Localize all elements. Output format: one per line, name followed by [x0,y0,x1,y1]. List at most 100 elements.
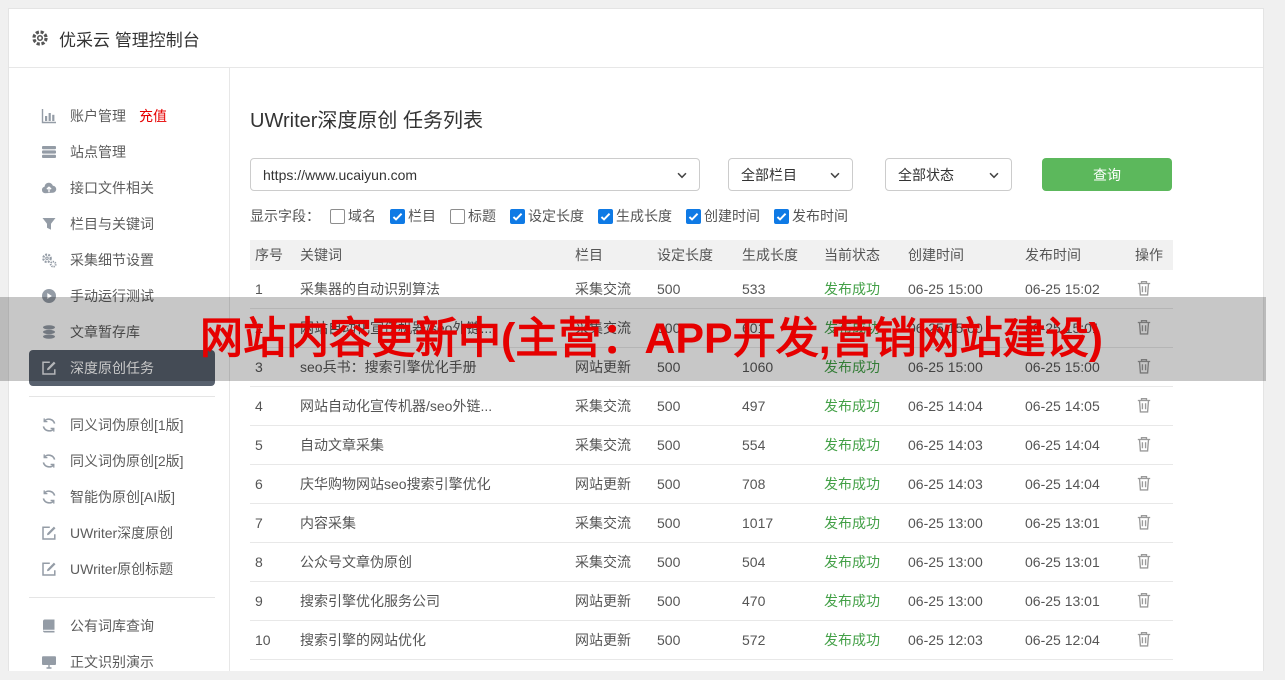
delete-button[interactable] [1135,435,1153,453]
field-option[interactable]: 创建时间 [686,206,760,226]
site-select[interactable]: https://www.ucaiyun.com [250,158,700,191]
cell-column: 网站更新 [570,620,652,660]
field-option[interactable]: 发布时间 [774,206,848,226]
cell-column: 网站更新 [570,464,652,504]
trash-icon [1135,396,1153,414]
cell-published: 06-25 14:04 [1020,464,1130,504]
cell-created: 06-25 14:04 [903,386,1020,426]
checkbox-checked-icon[interactable] [686,208,701,224]
cell-set-len: 500 [652,386,737,426]
trash-icon [1135,474,1153,492]
cell-keyword: 内容采集 [295,503,570,543]
sidebar-item-label: 同义词伪原创[1版] [70,417,184,433]
field-option[interactable]: 生成长度 [598,206,672,226]
status-select-value: 全部状态 [898,166,954,183]
checkbox-checked-icon[interactable] [390,208,405,224]
delete-button[interactable] [1135,396,1153,414]
sidebar-item[interactable]: 采集细节设置 [29,242,215,278]
book-icon [41,618,57,634]
sidebar-item[interactable]: 接口文件相关 [29,170,215,206]
cell-published: 06-25 14:04 [1020,425,1130,465]
cell-published: 06-25 14:05 [1020,386,1130,426]
delete-button[interactable] [1135,591,1153,609]
trash-icon [1135,552,1153,570]
checkbox-unchecked-icon[interactable] [330,208,345,224]
cell-created: 06-25 14:03 [903,425,1020,465]
filter-bar: https://www.ucaiyun.com 全部栏目 全部状态 查询 [250,158,1263,191]
sidebar-item-label: 同义词伪原创[2版] [70,453,184,469]
cell-column: 采集交流 [570,542,652,582]
field-option-label: 创建时间 [704,208,760,224]
monitor-icon [41,654,57,670]
query-button[interactable]: 查询 [1042,158,1172,191]
gears-icon [41,252,57,268]
recharge-badge[interactable]: 充值 [139,106,167,126]
filter-icon [41,216,57,232]
cell-status: 发布成功 [819,464,903,504]
cell-keyword: 公众号文章伪原创 [295,542,570,582]
column-header: 关键词 [295,240,570,270]
cell-set-len: 500 [652,425,737,465]
sidebar-item[interactable]: 站点管理 [29,134,215,170]
delete-button[interactable] [1135,279,1153,297]
field-option[interactable]: 设定长度 [510,206,584,226]
cell-gen-len: 708 [737,464,819,504]
trash-icon [1135,630,1153,648]
delete-button[interactable] [1135,513,1153,531]
checkbox-checked-icon[interactable] [774,208,789,224]
sidebar-item[interactable]: UWriter深度原创 [29,515,215,551]
field-option[interactable]: 域名 [330,206,376,226]
trash-icon [1135,279,1153,297]
refresh-icon [41,489,57,505]
field-option-label: 栏目 [408,208,436,224]
cell-action [1130,620,1173,660]
sidebar-item[interactable]: 账户管理 充值 [29,98,215,134]
sidebar-item[interactable]: 智能伪原创[AI版] [29,479,215,515]
delete-button[interactable] [1135,630,1153,648]
display-fields-label: 显示字段： [250,208,320,224]
status-select[interactable]: 全部状态 [885,158,1012,191]
field-option[interactable]: 栏目 [390,206,436,226]
cell-no: 7 [250,503,295,543]
cell-created: 06-25 12:03 [903,620,1020,660]
cell-action [1130,503,1173,543]
delete-button[interactable] [1135,552,1153,570]
cell-status: 发布成功 [819,581,903,621]
sidebar-item-label: 正文识别演示 [70,654,154,670]
cell-column: 采集交流 [570,503,652,543]
checkbox-checked-icon[interactable] [598,208,613,224]
sidebar-item[interactable]: 栏目与关键词 [29,206,215,242]
server-icon [41,144,57,160]
column-header: 设定长度 [652,240,737,270]
column-header: 发布时间 [1020,240,1130,270]
cell-action [1130,581,1173,621]
checkbox-unchecked-icon[interactable] [450,208,465,224]
sidebar-item[interactable]: UWriter原创标题 [29,551,215,587]
table-row: 9 搜索引擎优化服务公司 网站更新 500 470 发布成功 06-25 13:00 06-2… [250,581,1173,621]
table-row: 8 公众号文章伪原创 采集交流 500 504 发布成功 06-25 13:00 06-25 … [250,542,1173,582]
column-select[interactable]: 全部栏目 [728,158,853,191]
cell-no: 8 [250,542,295,582]
delete-button[interactable] [1135,474,1153,492]
column-select-value: 全部栏目 [741,166,797,183]
field-option[interactable]: 标题 [450,206,496,226]
cell-status: 发布成功 [819,542,903,582]
field-option-label: 发布时间 [792,208,848,224]
sidebar-item[interactable]: 同义词伪原创[2版] [29,443,215,479]
sidebar-item[interactable]: 正文识别演示 [29,644,215,680]
column-header: 栏目 [570,240,652,270]
cell-gen-len: 1017 [737,503,819,543]
cell-set-len: 500 [652,620,737,660]
checkbox-checked-icon[interactable] [510,208,525,224]
cell-no: 9 [250,581,295,621]
sidebar-item[interactable]: 同义词伪原创[1版] [29,407,215,443]
cell-set-len: 500 [652,464,737,504]
cell-no: 6 [250,464,295,504]
cell-keyword: 网站自动化宣传机器/seo外链... [295,386,570,426]
sidebar-item-label: 接口文件相关 [70,180,154,196]
cell-no: 5 [250,425,295,465]
cell-action [1130,464,1173,504]
sidebar-item-label: 智能伪原创[AI版] [70,489,176,505]
field-option-label: 标题 [468,208,496,224]
sidebar-item[interactable]: 公有词库查询 [29,608,215,644]
